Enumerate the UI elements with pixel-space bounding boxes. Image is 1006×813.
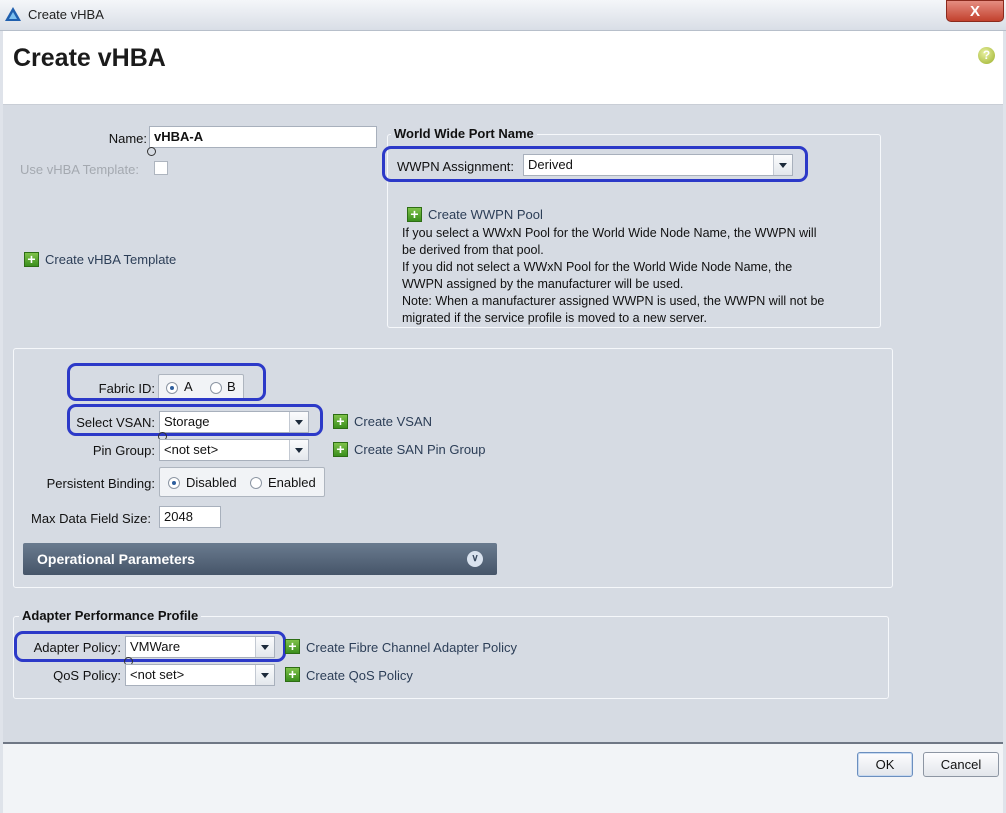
wwpn-legend: World Wide Port Name <box>391 126 537 141</box>
qos-policy-label: QoS Policy: <box>53 668 121 683</box>
dialog-header: Create vHBA ? <box>3 31 1003 105</box>
highlight-wwpn-assignment <box>382 146 808 182</box>
cancel-button[interactable]: Cancel <box>923 752 999 777</box>
wwpn-note-line: Note: When a manufacturer assigned WWPN … <box>402 294 825 308</box>
persistent-enabled-radio[interactable] <box>250 477 262 489</box>
plus-icon: + <box>24 252 39 267</box>
use-template-checkbox[interactable] <box>154 161 168 175</box>
close-icon[interactable]: X <box>946 0 1004 22</box>
operational-parameters-bar[interactable]: Operational Parameters ∨ <box>23 543 497 575</box>
chevron-down-icon[interactable] <box>289 440 308 460</box>
pin-group-label: Pin Group: <box>92 443 155 458</box>
wwpn-note-line: be derived from that pool. <box>402 243 544 257</box>
wwpn-notes: If you select a WWxN Pool for the World … <box>402 225 824 327</box>
ok-button[interactable]: OK <box>857 752 913 777</box>
dialog-body: Name: vHBA-A Use vHBA Template: + Create… <box>3 105 1003 742</box>
max-data-field-size-input[interactable]: 2048 <box>159 506 221 528</box>
help-icon[interactable]: ? <box>978 47 995 64</box>
plus-icon: + <box>333 414 348 429</box>
plus-icon: + <box>285 667 300 682</box>
window-title: Create vHBA <box>28 7 104 22</box>
max-data-field-size-label: Max Data Field Size: <box>31 511 151 526</box>
highlight-fabric-id <box>67 363 266 401</box>
wwpn-note-line: WWPN assigned by the manufacturer will b… <box>402 277 684 291</box>
highlight-select-vsan <box>67 404 323 436</box>
chevron-down-icon[interactable] <box>255 665 274 685</box>
pin-group-value: <not set> <box>164 442 219 457</box>
text-cursor-icon <box>147 147 156 156</box>
create-vsan-link[interactable]: Create VSAN <box>354 414 432 429</box>
plus-icon: + <box>333 442 348 457</box>
wwpn-note-line: If you select a WWxN Pool for the World … <box>402 226 817 240</box>
plus-icon: + <box>407 207 422 222</box>
persistent-disabled-label: Disabled <box>186 475 237 490</box>
persistent-binding-radio-group: Disabled Enabled <box>159 467 325 497</box>
double-chevron-down-icon[interactable]: ∨ <box>467 551 483 567</box>
app-triangle-icon <box>5 7 21 21</box>
dialog-footer: OK Cancel <box>3 742 1003 813</box>
use-template-label: Use vHBA Template: <box>20 162 139 177</box>
create-qos-policy-link[interactable]: Create QoS Policy <box>306 668 413 683</box>
persistent-disabled-radio[interactable] <box>168 477 180 489</box>
name-input[interactable]: vHBA-A <box>149 126 377 148</box>
persistent-enabled-label: Enabled <box>268 475 316 490</box>
window-titlebar: Create vHBA X <box>0 0 1006 31</box>
wwpn-note-line: If you did not select a WWxN Pool for th… <box>402 260 793 274</box>
plus-icon: + <box>285 639 300 654</box>
highlight-adapter-policy <box>14 631 286 662</box>
create-san-pin-group-link[interactable]: Create SAN Pin Group <box>354 442 486 457</box>
wwpn-note-line: migrated if the service profile is moved… <box>402 311 707 325</box>
name-label: Name: <box>108 131 147 146</box>
operational-parameters-label: Operational Parameters <box>37 551 195 567</box>
adapter-legend: Adapter Performance Profile <box>19 608 202 623</box>
create-fc-adapter-policy-link[interactable]: Create Fibre Channel Adapter Policy <box>306 640 517 655</box>
create-wwpn-pool-link[interactable]: Create WWPN Pool <box>428 207 543 222</box>
qos-policy-select[interactable]: <not set> <box>125 664 275 686</box>
qos-policy-value: <not set> <box>130 667 185 682</box>
pin-group-select[interactable]: <not set> <box>159 439 309 461</box>
create-vhba-template-link[interactable]: Create vHBA Template <box>45 252 176 267</box>
dialog-title: Create vHBA <box>13 44 166 72</box>
persistent-binding-label: Persistent Binding: <box>46 476 155 491</box>
